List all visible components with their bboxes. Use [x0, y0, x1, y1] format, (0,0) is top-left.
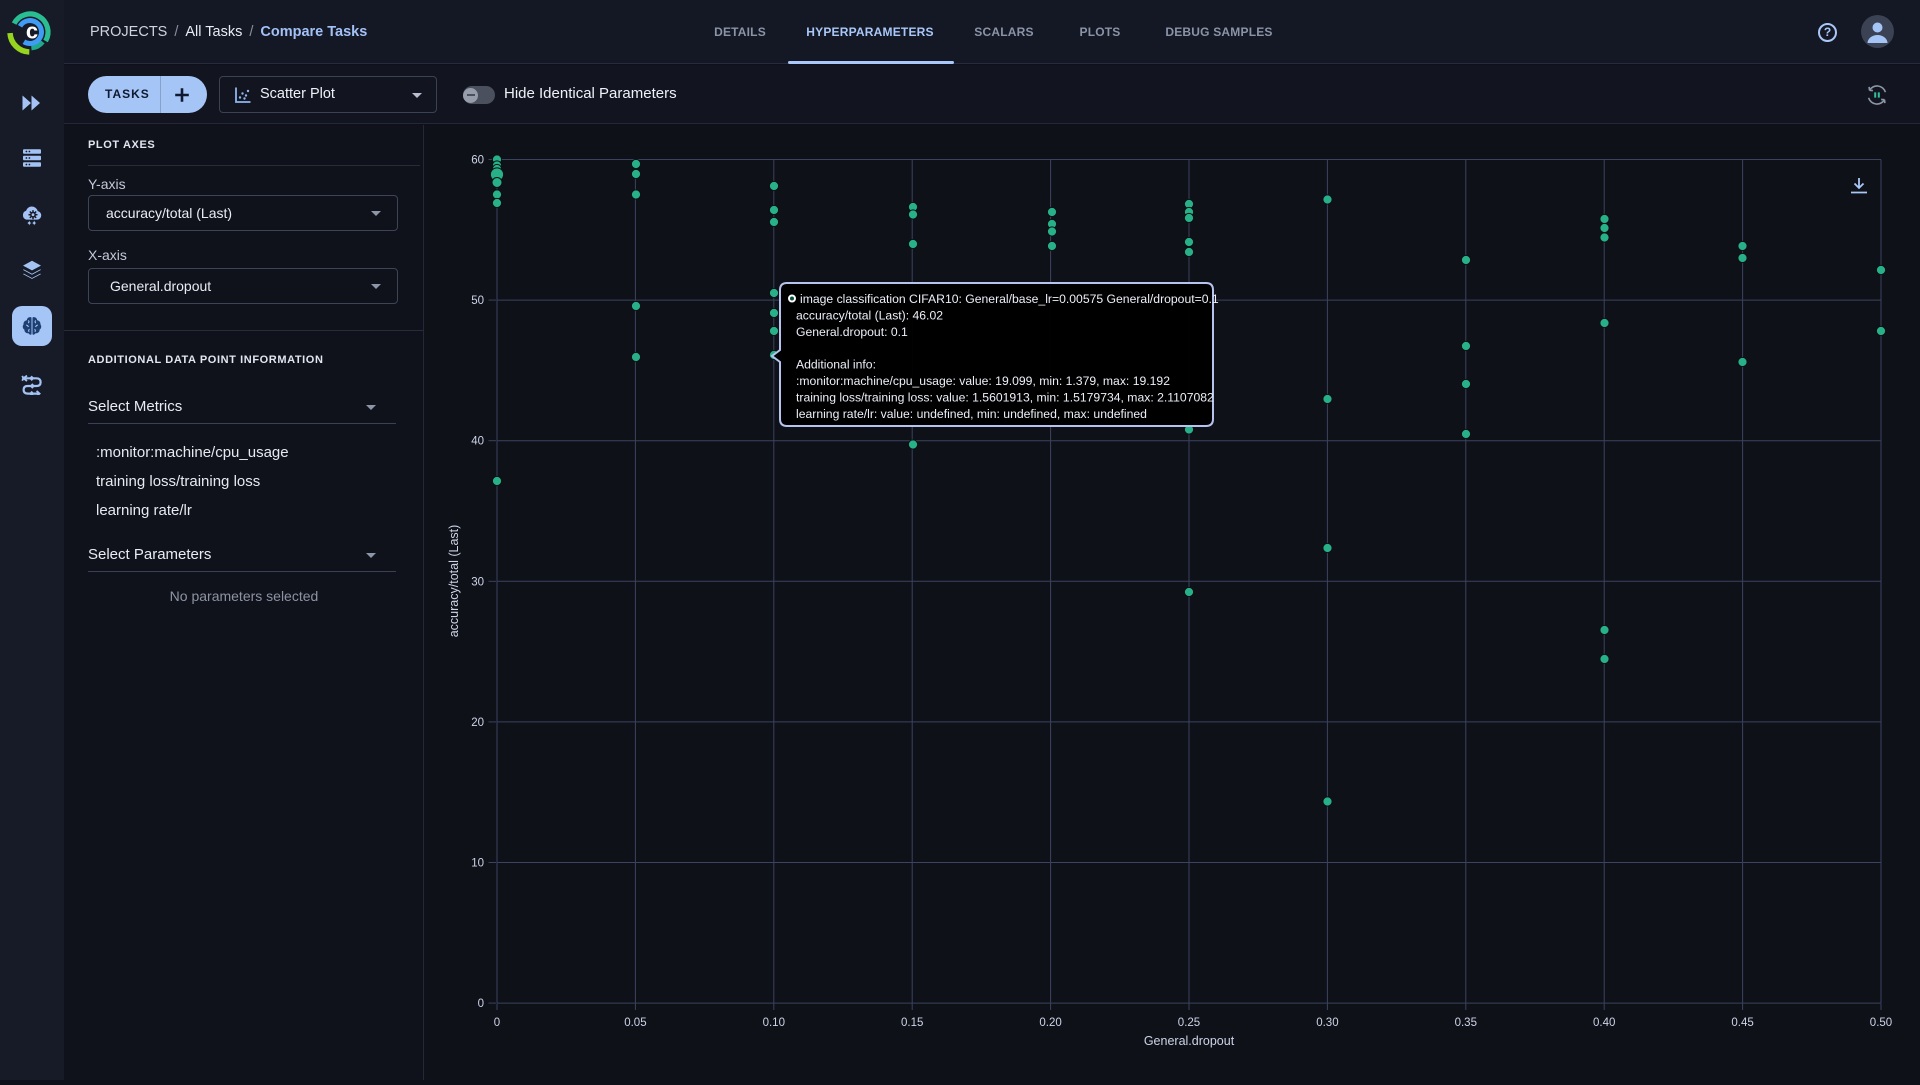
svg-text:50: 50: [471, 295, 484, 307]
svg-text:0.45: 0.45: [1731, 1017, 1753, 1029]
svg-text:60: 60: [471, 155, 484, 167]
svg-text:General.dropout: 0.1: General.dropout: 0.1: [796, 325, 908, 339]
svg-text:Additional info:: Additional info:: [796, 358, 876, 372]
svg-text:0.15: 0.15: [901, 1017, 923, 1029]
svg-text:0.10: 0.10: [763, 1017, 785, 1029]
svg-text:20: 20: [471, 717, 484, 729]
svg-text:30: 30: [471, 576, 484, 588]
svg-text:c: c: [26, 19, 38, 44]
svg-text:0: 0: [478, 998, 484, 1010]
svg-text:10: 10: [471, 858, 484, 870]
svg-text::monitor:machine/cpu_usage: va: :monitor:machine/cpu_usage: value: 19.09…: [796, 374, 1170, 388]
svg-text:learning rate/lr: value: undef: learning rate/lr: value: undefined, min:…: [796, 407, 1147, 421]
svg-text:training loss/training loss: v: training loss/training loss: value: 1.56…: [796, 391, 1214, 405]
svg-text:0.50: 0.50: [1870, 1017, 1892, 1029]
svg-text:0.35: 0.35: [1455, 1017, 1477, 1029]
svg-text:General.dropout: General.dropout: [1144, 1034, 1235, 1048]
svg-text:image classification CIFAR10:: image classification CIFAR10: General/ba…: [800, 292, 1219, 306]
svg-text:0.25: 0.25: [1178, 1017, 1200, 1029]
svg-text:0: 0: [494, 1017, 500, 1029]
svg-text:0.05: 0.05: [624, 1017, 646, 1029]
svg-text:accuracy/total (Last): 46.02: accuracy/total (Last): 46.02: [796, 309, 943, 323]
svg-text:0.30: 0.30: [1316, 1017, 1338, 1029]
svg-text:0.40: 0.40: [1593, 1017, 1615, 1029]
svg-text:accuracy/total (Last): accuracy/total (Last): [447, 525, 461, 638]
svg-text:40: 40: [471, 436, 484, 448]
svg-text:0.20: 0.20: [1039, 1017, 1061, 1029]
